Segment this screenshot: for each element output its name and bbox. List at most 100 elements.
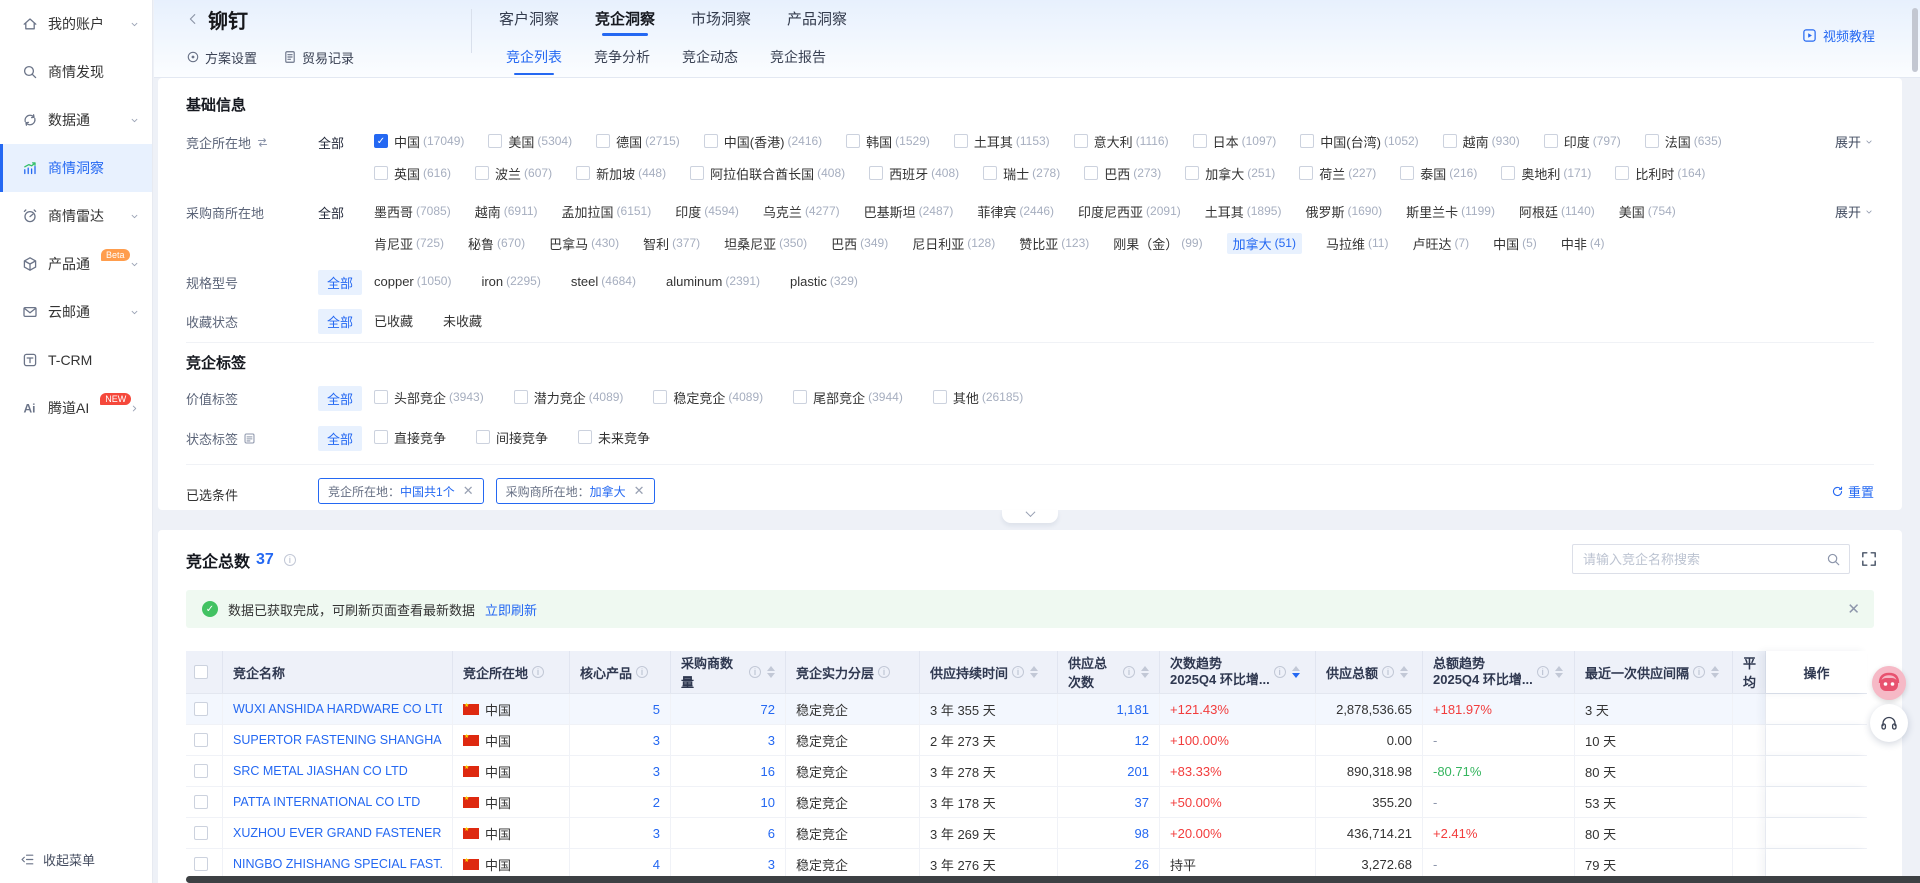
column-header-action[interactable]: 操作	[1766, 651, 1867, 693]
filter-option[interactable]: 奥地利(171)	[1501, 164, 1591, 183]
filter-option[interactable]: iron(2295)	[481, 274, 540, 289]
filter-option[interactable]: 韩国(1529)	[846, 132, 930, 151]
expand-link[interactable]: 展开	[1835, 202, 1874, 221]
column-header-name[interactable]: 竞企名称	[223, 651, 453, 693]
checkbox[interactable]	[1501, 166, 1515, 180]
sidebar-item-insight[interactable]: 商情洞察	[0, 144, 152, 192]
info-icon[interactable]: i	[636, 666, 648, 678]
search-icon[interactable]	[1826, 552, 1841, 567]
company-name-link[interactable]: PATTA INTERNATIONAL CO LTD	[233, 795, 420, 809]
horizontal-scrollbar[interactable]	[186, 876, 1920, 883]
sort-asc-icon[interactable]	[1400, 666, 1408, 671]
filter-option[interactable]: 阿根廷(1140)	[1519, 202, 1595, 221]
collapse-filters-button[interactable]	[1002, 510, 1058, 523]
filter-option[interactable]: 中国(5)	[1493, 234, 1537, 253]
sidebar-item-data-link[interactable]: 数据通	[0, 96, 152, 144]
filter-option[interactable]: 肯尼亚(725)	[374, 234, 444, 253]
sort-icons[interactable]	[1141, 666, 1149, 678]
column-header-duration[interactable]: 供应持续时间i	[920, 651, 1058, 693]
filter-option[interactable]: 中非(4)	[1561, 234, 1605, 253]
filter-option[interactable]: 其他(26185)	[933, 388, 1023, 407]
checkbox[interactable]	[1300, 134, 1314, 148]
sort-asc-icon[interactable]	[1030, 666, 1038, 671]
filter-option[interactable]: 斯里兰卡(1199)	[1406, 202, 1495, 221]
filter-option[interactable]: steel(4684)	[571, 274, 636, 289]
checkbox[interactable]	[793, 390, 807, 404]
filter-option[interactable]: 土耳其(1895)	[1205, 202, 1282, 221]
ai-assistant-button[interactable]	[1872, 666, 1906, 700]
filter-option[interactable]: 未收藏	[443, 311, 482, 330]
sub-tab[interactable]: 竞企报告	[770, 36, 826, 78]
sort-desc-icon[interactable]	[1141, 673, 1149, 678]
filter-option[interactable]: 瑞士(278)	[983, 164, 1060, 183]
list-icon[interactable]	[243, 432, 256, 445]
info-icon[interactable]: i	[749, 666, 761, 678]
main-tab[interactable]: 产品洞察	[787, 0, 847, 36]
filter-option[interactable]: 中国(台湾)(1052)	[1300, 132, 1418, 151]
search-input[interactable]	[1583, 552, 1826, 567]
checkbox[interactable]	[1645, 134, 1659, 148]
filter-option[interactable]: 西班牙(408)	[869, 164, 959, 183]
row-checkbox[interactable]	[194, 857, 208, 871]
column-header-country[interactable]: 竞企所在地i	[453, 651, 570, 693]
sort-icons[interactable]	[767, 666, 775, 678]
banner-close-icon[interactable]: ✕	[1847, 600, 1860, 618]
chip-remove-icon[interactable]: ✕	[463, 483, 474, 499]
sidebar-item-my-account[interactable]: 我的账户	[0, 0, 152, 48]
checkbox[interactable]	[846, 134, 860, 148]
expand-link[interactable]: 展开	[1835, 132, 1874, 151]
main-tab[interactable]: 客户洞察	[499, 0, 559, 36]
column-header-amount[interactable]: 供应总额i	[1316, 651, 1423, 693]
sidebar-item-product[interactable]: 产品通Beta	[0, 240, 152, 288]
filter-all-option[interactable]: 全部	[318, 200, 374, 222]
filter-all-chip[interactable]: 全部	[318, 309, 362, 334]
filter-option[interactable]: 加拿大(251)	[1185, 164, 1275, 183]
checkbox[interactable]	[1544, 134, 1558, 148]
filter-option[interactable]: 马拉维(11)	[1326, 234, 1388, 253]
filter-all-chip[interactable]: 全部	[318, 270, 362, 295]
filter-option[interactable]: 坦桑尼亚(350)	[724, 234, 807, 253]
checkbox[interactable]	[374, 166, 388, 180]
checkbox[interactable]	[869, 166, 883, 180]
filter-option[interactable]: 已收藏	[374, 311, 413, 330]
column-header-trend2[interactable]: 总额趋势2025Q4 环比增...i	[1423, 651, 1575, 693]
checkbox[interactable]	[475, 166, 489, 180]
checkbox[interactable]	[690, 166, 704, 180]
column-header-core[interactable]: 核心产品i	[570, 651, 671, 693]
filter-option[interactable]: 印度(4594)	[675, 202, 739, 221]
sort-asc-icon[interactable]	[767, 666, 775, 671]
filter-option[interactable]: 意大利(1116)	[1074, 132, 1169, 151]
checkbox[interactable]: ✓	[374, 134, 388, 148]
checkbox[interactable]	[1084, 166, 1098, 180]
company-name-link[interactable]: SRC METAL JIASHAN CO LTD	[233, 764, 408, 778]
checkbox[interactable]	[653, 390, 667, 404]
sort-desc-icon[interactable]	[1555, 673, 1563, 678]
filter-option[interactable]: 乌克兰(4277)	[763, 202, 840, 221]
sort-icons[interactable]	[1030, 666, 1038, 678]
checkbox[interactable]	[1615, 166, 1629, 180]
info-icon[interactable]: i	[1537, 666, 1549, 678]
filter-option[interactable]: 巴基斯坦(2487)	[864, 202, 954, 221]
sub-tab[interactable]: 竞企列表	[506, 36, 562, 78]
filter-option[interactable]: 秘鲁(670)	[468, 234, 525, 253]
row-checkbox[interactable]	[194, 733, 208, 747]
filter-option[interactable]: 尾部竞企(3944)	[793, 388, 903, 407]
filter-option[interactable]: 稳定竞企(4089)	[653, 388, 763, 407]
sort-icons[interactable]	[1711, 666, 1719, 678]
filter-option[interactable]: 未来竞争	[578, 428, 650, 447]
filter-option[interactable]: 赞比亚(123)	[1019, 234, 1089, 253]
filter-option[interactable]: 尼日利亚(128)	[912, 234, 995, 253]
filter-option[interactable]: 智利(377)	[643, 234, 700, 253]
filter-option[interactable]: 日本(1097)	[1193, 132, 1277, 151]
column-header-strength[interactable]: 竞企实力分层i	[786, 651, 920, 693]
fullscreen-icon[interactable]	[1860, 550, 1878, 568]
checkbox[interactable]	[983, 166, 997, 180]
row-checkbox[interactable]	[194, 702, 208, 716]
vertical-scrollbar[interactable]	[1912, 8, 1918, 72]
filter-option[interactable]: 菲律宾(2446)	[977, 202, 1054, 221]
filter-option[interactable]: 巴拿马(430)	[549, 234, 619, 253]
sort-desc-icon[interactable]	[1400, 673, 1408, 678]
sort-asc-icon[interactable]	[1292, 666, 1300, 671]
checkbox[interactable]	[514, 390, 528, 404]
info-icon[interactable]: i	[1274, 666, 1286, 678]
